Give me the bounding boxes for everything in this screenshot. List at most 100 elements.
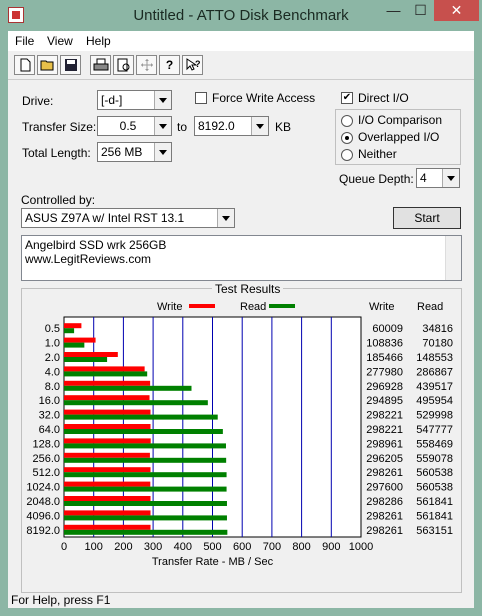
write-legend-label: Write	[157, 301, 182, 313]
print-icon[interactable]	[90, 55, 111, 75]
kb-label: KB	[275, 120, 292, 134]
read-bar	[64, 429, 223, 434]
x-tick-label: 300	[144, 541, 162, 553]
status-text: For Help, press F1	[11, 593, 111, 607]
direct-io-checkbox[interactable]: ✔	[341, 92, 353, 104]
open-icon[interactable]	[37, 55, 58, 75]
write-value: 277980	[366, 366, 403, 378]
notes-textarea[interactable]: Angelbird SSD wrk 256GB www.LegitReviews…	[21, 235, 462, 281]
chevron-down-icon[interactable]	[251, 117, 268, 135]
read-bar	[64, 414, 218, 420]
notes-line-2: www.LegitReviews.com	[25, 252, 152, 266]
category-label: 128.0	[32, 438, 60, 450]
chevron-down-icon[interactable]	[154, 117, 171, 135]
to-label: to	[177, 120, 188, 134]
category-label: 32.0	[39, 410, 60, 422]
overlapped-io-label: Overlapped I/O	[358, 130, 440, 144]
total-length-value: 256 MB	[101, 145, 143, 159]
category-label: 8192.0	[26, 525, 60, 537]
read-value: 286867	[416, 366, 453, 378]
write-value: 298261	[366, 467, 403, 479]
write-value: 298261	[366, 525, 403, 537]
queue-depth-value: 4	[420, 171, 427, 185]
category-label: 4.0	[45, 366, 60, 378]
neither-radio[interactable]	[341, 149, 353, 161]
chevron-down-icon[interactable]	[154, 143, 171, 161]
write-bar	[64, 395, 150, 401]
chevron-down-icon[interactable]	[154, 91, 171, 109]
read-bar	[64, 357, 108, 362]
new-icon[interactable]	[14, 55, 35, 75]
x-tick-label: 1000	[349, 541, 373, 553]
transfer-size-label: Transfer Size:	[22, 120, 97, 134]
read-bar	[64, 472, 227, 478]
write-value: 298261	[366, 510, 403, 522]
write-value: 298286	[366, 496, 403, 508]
chevron-down-icon[interactable]	[442, 169, 459, 187]
start-button[interactable]: Start	[393, 207, 461, 229]
context-help-icon[interactable]: ?	[182, 55, 203, 75]
write-value: 298221	[366, 410, 403, 422]
move-icon[interactable]	[136, 55, 157, 75]
overlapped-io-radio[interactable]	[341, 132, 353, 144]
drive-label: Drive:	[22, 94, 54, 108]
read-bar	[64, 457, 227, 463]
title-bar[interactable]: Untitled - ATTO Disk Benchmark — ☐ ✕	[0, 0, 482, 31]
help-icon[interactable]: ?	[159, 55, 180, 75]
total-length-select[interactable]: 256 MB	[97, 142, 172, 162]
save-icon[interactable]	[60, 55, 81, 75]
x-tick-label: 100	[85, 541, 103, 553]
controller-value: ASUS Z97A w/ Intel RST 13.1	[25, 211, 185, 225]
direct-io-label: Direct I/O	[358, 91, 409, 105]
chevron-down-icon[interactable]	[217, 209, 234, 227]
maximize-button[interactable]: ☐	[407, 0, 434, 21]
read-bar	[64, 385, 192, 391]
write-value: 298961	[366, 438, 403, 450]
queue-depth-label: Queue Depth:	[339, 172, 414, 186]
read-value: 559078	[416, 453, 453, 465]
svg-text:?: ?	[195, 59, 201, 69]
read-value: 70180	[422, 338, 453, 350]
category-label: 1024.0	[26, 482, 60, 494]
category-label: 0.5	[45, 323, 60, 335]
menu-help[interactable]: Help	[86, 34, 111, 48]
transfer-size-from-select[interactable]: 0.5	[97, 116, 172, 136]
x-tick-label: 0	[61, 541, 67, 553]
menu-file[interactable]: File	[15, 34, 34, 48]
drive-select[interactable]: [-d-]	[97, 90, 172, 110]
write-value: 108836	[366, 338, 403, 350]
toolbar: ? ?	[8, 52, 474, 80]
read-bar	[64, 501, 227, 506]
x-tick-label: 600	[233, 541, 251, 553]
write-bar	[64, 409, 151, 415]
read-bar	[64, 400, 208, 406]
x-axis-label: Transfer Rate - MB / Sec	[152, 556, 274, 568]
app-window: Untitled - ATTO Disk Benchmark — ☐ ✕ Fil…	[0, 0, 482, 616]
io-comparison-radio[interactable]	[341, 115, 353, 127]
read-bar	[64, 342, 85, 348]
write-value: 294895	[366, 395, 403, 407]
notes-scrollbar[interactable]	[445, 236, 461, 280]
notes-line-1: Angelbird SSD wrk 256GB	[25, 238, 167, 252]
queue-depth-select[interactable]: 4	[416, 168, 460, 188]
read-value: 560538	[416, 482, 453, 494]
client-area: File View Help ? ? Drive: [-d-] Force Wr…	[8, 31, 474, 608]
close-button[interactable]: ✕	[434, 0, 479, 21]
test-results-title: Test Results	[212, 282, 284, 296]
read-bar	[64, 328, 75, 334]
write-value: 60009	[372, 323, 403, 335]
minimize-button[interactable]: —	[380, 0, 407, 21]
drive-value: [-d-]	[101, 93, 123, 107]
menu-view[interactable]: View	[47, 34, 73, 48]
read-value: 563151	[416, 525, 453, 537]
io-comparison-label: I/O Comparison	[358, 113, 443, 127]
print-preview-icon[interactable]	[113, 55, 134, 75]
read-value: 561841	[416, 496, 453, 508]
category-label: 8.0	[45, 381, 60, 393]
force-write-checkbox[interactable]	[195, 92, 207, 104]
read-bar	[64, 529, 228, 535]
write-bar	[64, 510, 151, 516]
transfer-size-to-select[interactable]: 8192.0	[194, 116, 269, 136]
controller-select[interactable]: ASUS Z97A w/ Intel RST 13.1	[21, 208, 235, 228]
results-chart: Write Read Write Read 0 100 200 300 400 500 60…	[26, 301, 453, 568]
